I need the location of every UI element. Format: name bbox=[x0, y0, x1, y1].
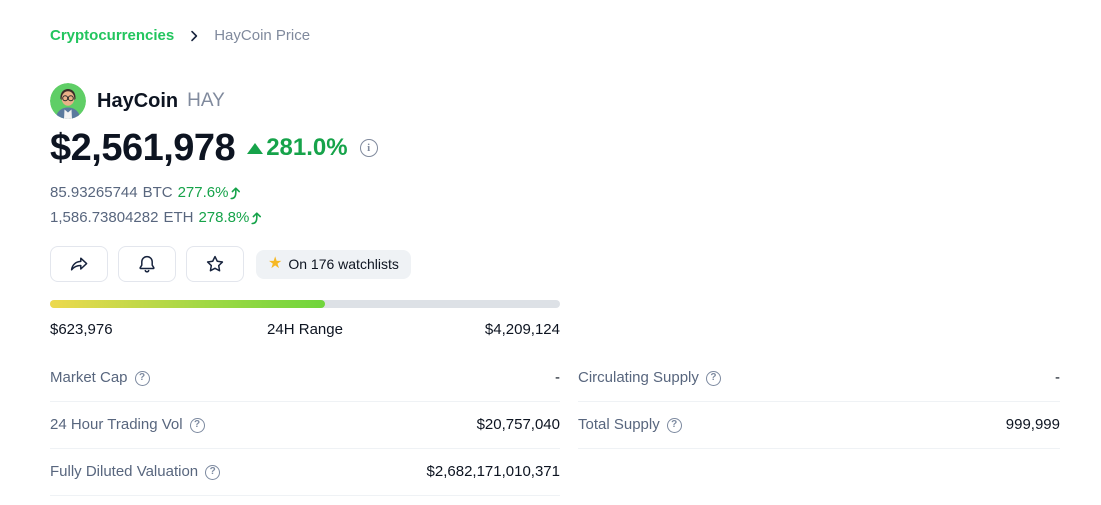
range-label: 24H Range bbox=[267, 321, 343, 339]
circulating-supply-value: - bbox=[1055, 369, 1060, 387]
price-conversions: 85.93265744 BTC 277.6% 1,586.73804282 ET… bbox=[50, 180, 1101, 230]
total-supply-value: 999,999 bbox=[1006, 416, 1060, 434]
watchlist-count-badge: ★ On 176 watchlists bbox=[256, 250, 411, 279]
stats-grid: Market Cap ? - 24 Hour Trading Vol ? $20… bbox=[50, 355, 1101, 496]
breadcrumb: Cryptocurrencies HayCoin Price bbox=[50, 27, 1101, 45]
coin-detail-page: Cryptocurrencies HayCoin Price HayCoin H… bbox=[0, 0, 1101, 496]
share-icon bbox=[69, 254, 89, 274]
total-supply-label: Total Supply bbox=[578, 416, 660, 434]
star-filled-icon: ★ bbox=[268, 256, 282, 272]
action-buttons: ★ On 176 watchlists bbox=[50, 246, 1101, 282]
price-info-icon[interactable]: i bbox=[360, 139, 378, 157]
range-low-value: $623,976 bbox=[50, 321, 113, 339]
market-cap-label: Market Cap bbox=[50, 369, 128, 387]
change-up-icon bbox=[247, 143, 263, 154]
arrow-up-icon bbox=[229, 185, 241, 200]
btc-change-percent: 277.6% bbox=[178, 180, 229, 205]
coin-header: HayCoin HAY bbox=[50, 83, 1101, 119]
stats-left-column: Market Cap ? - 24 Hour Trading Vol ? $20… bbox=[50, 355, 560, 496]
price-row: $2,561,978 281.0% i bbox=[50, 129, 1101, 167]
price-change: 281.0% bbox=[247, 134, 347, 162]
fdv-value: $2,682,171,010,371 bbox=[427, 463, 560, 481]
market-cap-value: - bbox=[555, 369, 560, 387]
btc-unit: BTC bbox=[143, 180, 173, 205]
stats-right-column: Circulating Supply ? - Total Supply ? 99… bbox=[578, 355, 1060, 449]
eth-unit: ETH bbox=[163, 205, 193, 230]
help-icon[interactable]: ? bbox=[205, 465, 220, 480]
btc-conversion: 85.93265744 BTC 277.6% bbox=[50, 180, 1101, 205]
help-icon[interactable]: ? bbox=[135, 371, 150, 386]
eth-change-percent: 278.8% bbox=[198, 205, 249, 230]
stat-row-market-cap: Market Cap ? - bbox=[50, 355, 560, 402]
eth-amount: 1,586.73804282 bbox=[50, 205, 158, 230]
help-icon[interactable]: ? bbox=[706, 371, 721, 386]
stat-row-total-supply: Total Supply ? 999,999 bbox=[578, 402, 1060, 449]
watchlist-count-label: On 176 watchlists bbox=[288, 256, 399, 272]
range-fill bbox=[50, 300, 325, 308]
trading-vol-label: 24 Hour Trading Vol bbox=[50, 416, 183, 434]
trading-vol-value: $20,757,040 bbox=[477, 416, 560, 434]
arrow-up-icon bbox=[250, 210, 262, 225]
price-change-percent: 281.0% bbox=[266, 134, 347, 162]
coin-price: $2,561,978 bbox=[50, 129, 235, 167]
watchlist-button[interactable] bbox=[186, 246, 244, 282]
help-icon[interactable]: ? bbox=[667, 418, 682, 433]
share-button[interactable] bbox=[50, 246, 108, 282]
fdv-label: Fully Diluted Valuation bbox=[50, 463, 198, 481]
help-icon[interactable]: ? bbox=[190, 418, 205, 433]
eth-conversion: 1,586.73804282 ETH 278.8% bbox=[50, 205, 1101, 230]
coin-name: HayCoin bbox=[97, 90, 178, 113]
alert-button[interactable] bbox=[118, 246, 176, 282]
circulating-supply-label: Circulating Supply bbox=[578, 369, 699, 387]
coin-logo bbox=[50, 83, 86, 119]
btc-amount: 85.93265744 bbox=[50, 180, 138, 205]
range-section: $623,976 24H Range $4,209,124 bbox=[50, 300, 560, 339]
breadcrumb-cryptocurrencies-link[interactable]: Cryptocurrencies bbox=[50, 27, 174, 45]
breadcrumb-current: HayCoin Price bbox=[214, 27, 310, 45]
stat-row-circulating-supply: Circulating Supply ? - bbox=[578, 355, 1060, 402]
star-icon bbox=[205, 254, 225, 274]
range-slider-track bbox=[50, 300, 560, 308]
bell-icon bbox=[137, 254, 157, 274]
stat-row-trading-vol: 24 Hour Trading Vol ? $20,757,040 bbox=[50, 402, 560, 449]
chevron-right-icon bbox=[186, 28, 202, 44]
stat-row-fdv: Fully Diluted Valuation ? $2,682,171,010… bbox=[50, 449, 560, 496]
range-labels: $623,976 24H Range $4,209,124 bbox=[50, 321, 560, 339]
coin-symbol: HAY bbox=[187, 90, 225, 112]
range-high-value: $4,209,124 bbox=[485, 321, 560, 339]
